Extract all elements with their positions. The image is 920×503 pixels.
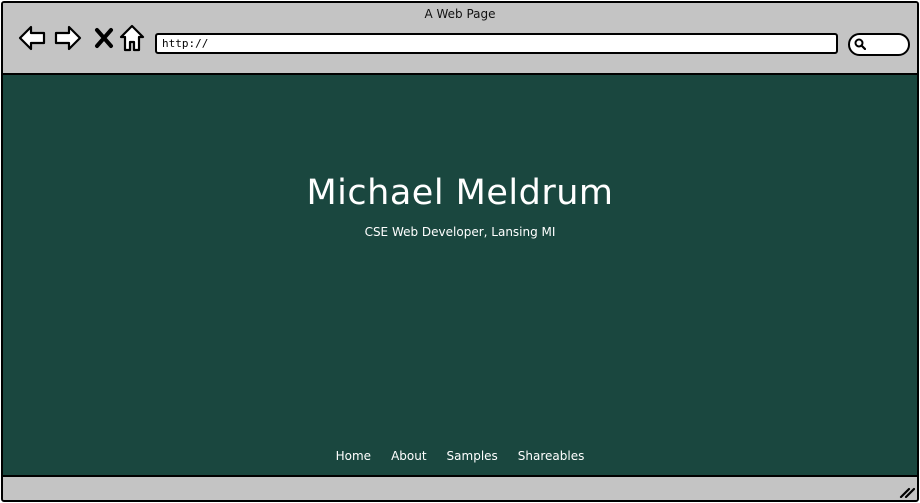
forward-button[interactable]	[53, 23, 83, 53]
nav-link-about[interactable]: About	[391, 449, 426, 463]
back-button[interactable]	[17, 23, 47, 53]
browser-toolbar: A Web Page http://	[3, 3, 917, 75]
site-nav: Home About Samples Shareables	[3, 449, 917, 463]
close-icon	[95, 28, 113, 48]
home-icon	[119, 24, 145, 52]
nav-link-samples[interactable]: Samples	[447, 449, 498, 463]
nav-link-home[interactable]: Home	[336, 449, 371, 463]
search-icon	[854, 38, 866, 50]
home-button[interactable]	[117, 23, 147, 53]
resize-grip-icon[interactable]	[899, 484, 915, 498]
nav-link-shareables[interactable]: Shareables	[518, 449, 585, 463]
address-bar-input[interactable]: http://	[155, 33, 838, 54]
status-bar	[3, 477, 917, 500]
page-subtitle: CSE Web Developer, Lansing MI	[364, 225, 556, 239]
arrow-right-icon	[54, 25, 82, 51]
stop-button[interactable]	[89, 23, 119, 53]
page-title: Michael Meldrum	[306, 173, 614, 213]
arrow-left-icon	[18, 25, 46, 51]
page-content: Michael Meldrum CSE Web Developer, Lansi…	[3, 75, 917, 477]
browser-window: A Web Page http:// Michael Meldrum CSE W…	[1, 1, 919, 502]
window-title: A Web Page	[424, 7, 496, 21]
search-input[interactable]	[848, 33, 910, 56]
